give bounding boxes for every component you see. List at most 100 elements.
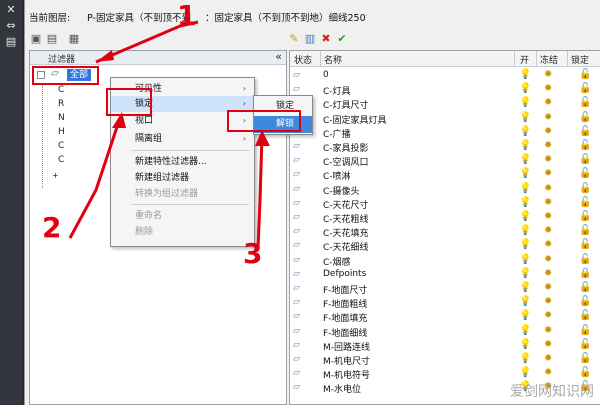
new-vp-layer-icon[interactable]: ▥ xyxy=(303,32,317,46)
delete-layer-icon[interactable]: ✖ xyxy=(319,32,333,46)
sun-icon[interactable]: ✹ xyxy=(544,183,552,194)
bulb-icon[interactable]: 💡 xyxy=(519,112,531,123)
submenu-lock[interactable]: 锁定 xyxy=(254,98,312,115)
bulb-icon[interactable]: 💡 xyxy=(519,353,531,364)
sun-icon[interactable]: ✹ xyxy=(544,112,552,123)
sun-icon[interactable]: ✹ xyxy=(544,254,552,265)
unlock-icon[interactable]: 🔓 xyxy=(579,211,591,222)
unlock-icon[interactable]: 🔓 xyxy=(579,339,591,350)
new-property-filter-icon[interactable]: ▣ xyxy=(29,32,43,46)
tree-node[interactable]: R xyxy=(58,99,64,109)
unlock-icon[interactable]: 🔓 xyxy=(579,367,591,378)
layer-row[interactable]: ▱ M-机电尺寸 💡 ✹ 🔓 xyxy=(290,353,600,367)
layer-row[interactable]: ▱ C-空调风口 💡 ✹ 🔓 xyxy=(290,154,600,168)
sun-icon[interactable]: ✹ xyxy=(544,126,552,137)
unlock-icon[interactable]: 🔓 xyxy=(579,69,591,80)
bulb-icon[interactable]: 💡 xyxy=(519,168,531,179)
layer-row[interactable]: ▱ F-地面细线 💡 ✹ 🔓 xyxy=(290,325,600,339)
unlock-icon[interactable]: 🔓 xyxy=(579,353,591,364)
sun-icon[interactable]: ✹ xyxy=(544,97,552,108)
layer-name[interactable]: F-地面填充 xyxy=(323,311,367,324)
bulb-icon[interactable]: 💡 xyxy=(519,325,531,336)
layer-row[interactable]: ▱C-广播💡✹🔓 xyxy=(290,126,600,140)
bulb-icon[interactable]: 💡 xyxy=(519,268,531,279)
layer-row[interactable]: ▱ C-摄像头 💡 ✹ 🔓 xyxy=(290,183,600,197)
new-group-filter-icon[interactable]: ▤ xyxy=(45,32,59,46)
sun-icon[interactable]: ✹ xyxy=(544,367,552,378)
menu-item[interactable]: 新建特性过滤器... xyxy=(111,154,254,170)
layer-row[interactable]: ▱ Defpoints 💡 ✹ 🔒 xyxy=(290,268,600,281)
layer-row[interactable]: ▱ F-地面粗线 💡 ✹ 🔓 xyxy=(290,296,600,310)
bulb-icon[interactable]: 💡 xyxy=(519,225,531,236)
layer-row[interactable]: ▱ C-天花填充 💡 ✹ 🔓 xyxy=(290,225,600,239)
layer-name[interactable]: C-喷淋 xyxy=(323,169,351,182)
tree-expander[interactable]: + xyxy=(52,171,59,180)
sun-icon[interactable]: ✹ xyxy=(544,310,552,321)
column-name[interactable]: 名称 xyxy=(324,53,342,66)
layer-row[interactable]: ▱ 0 💡 ✹ 🔓 xyxy=(290,69,600,82)
unlock-icon[interactable]: 🔓 xyxy=(579,83,591,94)
unlock-icon[interactable]: 🔓 xyxy=(579,296,591,307)
bulb-icon[interactable]: 💡 xyxy=(519,367,531,378)
layer-name[interactable]: F-地面尺寸 xyxy=(323,283,367,296)
bulb-icon[interactable]: 💡 xyxy=(519,69,531,80)
tree-node[interactable]: C xyxy=(58,155,64,165)
layer-row[interactable]: ▱C-灯具尺寸💡✹🔓 xyxy=(290,97,600,111)
layer-row[interactable]: ▱ C-烟感 💡 ✹ 🔓 xyxy=(290,254,600,268)
bulb-icon[interactable]: 💡 xyxy=(519,211,531,222)
bulb-icon[interactable]: 💡 xyxy=(519,154,531,165)
sun-icon[interactable]: ✹ xyxy=(544,325,552,336)
sun-icon[interactable]: ✹ xyxy=(544,353,552,364)
bulb-icon[interactable]: 💡 xyxy=(519,126,531,137)
sun-icon[interactable]: ✹ xyxy=(544,239,552,250)
unlock-icon[interactable]: 🔓 xyxy=(579,183,591,194)
sun-icon[interactable]: ✹ xyxy=(544,211,552,222)
column-freeze[interactable]: 冻结 xyxy=(540,53,558,66)
layer-row[interactable]: ▱ M-机电符号 💡 ✹ 🔓 xyxy=(290,367,600,381)
close-icon[interactable]: ✕ xyxy=(5,4,17,16)
layer-name[interactable]: M-机电尺寸 xyxy=(323,354,370,367)
bulb-icon[interactable]: 💡 xyxy=(519,183,531,194)
unlock-icon[interactable]: 🔓 xyxy=(579,225,591,236)
layer-name[interactable]: C-灯具 xyxy=(323,84,351,97)
bulb-icon[interactable]: 💡 xyxy=(519,310,531,321)
unlock-icon[interactable]: 🔓 xyxy=(579,310,591,321)
unlock-icon[interactable]: 🔓 xyxy=(579,154,591,165)
layer-name[interactable]: 0 xyxy=(323,70,329,80)
layer-name[interactable]: M-机电符号 xyxy=(323,368,370,381)
sun-icon[interactable]: ✹ xyxy=(544,339,552,350)
unlock-icon[interactable]: 🔓 xyxy=(579,197,591,208)
layer-row[interactable]: ▱C-固定家具灯具💡✹🔓 xyxy=(290,112,600,126)
menu-item[interactable]: 视口 › xyxy=(111,113,254,129)
layer-states-icon[interactable]: ▦ xyxy=(67,32,81,46)
unlock-icon[interactable]: 🔓 xyxy=(579,282,591,293)
bulb-icon[interactable]: 💡 xyxy=(519,140,531,151)
unlock-icon[interactable]: 🔓 xyxy=(579,126,591,137)
tree-node[interactable]: C xyxy=(58,85,64,95)
bulb-icon[interactable]: 💡 xyxy=(519,197,531,208)
menu-item[interactable]: 可见性 › xyxy=(111,81,254,97)
layer-row[interactable]: ▱ M-回路连线 💡 ✹ 🔓 xyxy=(290,339,600,353)
unlock-icon[interactable]: 🔓 xyxy=(579,325,591,336)
sun-icon[interactable]: ✹ xyxy=(544,225,552,236)
layer-name[interactable]: Defpoints xyxy=(323,269,366,279)
unlock-icon[interactable]: 🔓 xyxy=(579,112,591,123)
layer-name[interactable]: C-天花粗线 xyxy=(323,212,369,225)
sun-icon[interactable]: ✹ xyxy=(544,282,552,293)
layer-row[interactable]: ▱ C-天花尺寸 💡 ✹ 🔓 xyxy=(290,197,600,211)
lock-icon[interactable]: 🔒 xyxy=(579,268,591,279)
layer-name[interactable]: C-摄像头 xyxy=(323,184,360,197)
tree-node[interactable]: C xyxy=(58,141,64,151)
tree-node-all[interactable]: ▱ 全部 xyxy=(37,68,97,82)
layer-name[interactable]: C-空调风口 xyxy=(323,155,369,168)
bulb-icon[interactable]: 💡 xyxy=(519,239,531,250)
layer-name[interactable]: F-地面细线 xyxy=(323,326,367,339)
expander-box[interactable] xyxy=(37,71,45,79)
layer-name[interactable]: M-水电位 xyxy=(323,382,361,395)
layer-name[interactable]: C-灯具尺寸 xyxy=(323,98,369,111)
unlock-icon[interactable]: 🔓 xyxy=(579,168,591,179)
menu-item[interactable]: 锁定 › xyxy=(111,96,254,112)
sun-icon[interactable]: ✹ xyxy=(544,197,552,208)
bulb-icon[interactable]: 💡 xyxy=(519,339,531,350)
bulb-icon[interactable]: 💡 xyxy=(519,282,531,293)
